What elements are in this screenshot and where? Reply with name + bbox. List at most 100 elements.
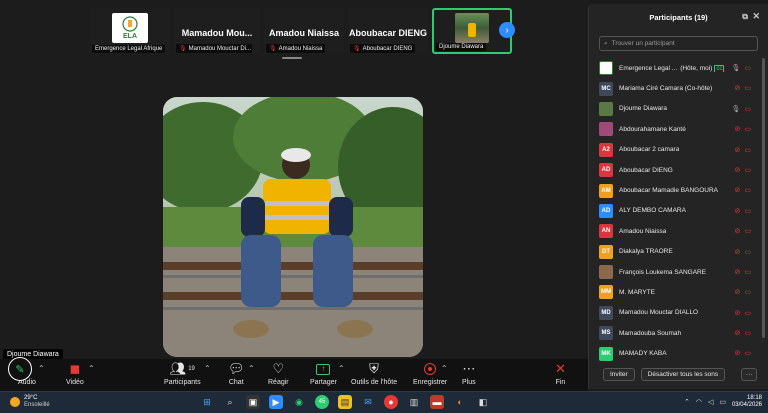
- video-off-icon[interactable]: ▭: [744, 146, 751, 154]
- participant-row[interactable]: MS Mamadouba Soumah ⊘ ▭: [589, 323, 765, 343]
- panel-more-button[interactable]: ···: [741, 368, 758, 381]
- video-off-icon[interactable]: ▭: [744, 166, 751, 174]
- taskbar-apps: ⊞ ⌕ ▣ ▶ ◉ 45 ▤ ✉ ● ▥ ▬ ◐ ◧: [200, 395, 490, 409]
- participant-row[interactable]: Emergence Legal ... (Hôte, moi) cc 🎙︎ ▭: [589, 58, 765, 78]
- video-off-icon[interactable]: ▭: [744, 309, 751, 317]
- mic-muted-icon: 🎙︎: [269, 46, 277, 52]
- mic-muted-icon[interactable]: ⊘: [735, 207, 741, 215]
- participant-name: Mariama Ciré Camara (Co-hôte): [619, 85, 713, 93]
- edge-icon[interactable]: ◉: [292, 395, 306, 409]
- mic-muted-icon[interactable]: ⊘: [735, 84, 741, 92]
- participant-row[interactable]: Abdourahamane Kanté ⊘ ▭: [589, 119, 765, 139]
- video-caret-icon[interactable]: ⌃: [88, 364, 95, 373]
- host-tools-button[interactable]: ⛨ Outils de l'hôte: [351, 361, 397, 386]
- file-explorer-icon[interactable]: ▤: [338, 395, 352, 409]
- mic-muted-icon[interactable]: ⊘: [735, 166, 741, 174]
- share-button[interactable]: ↑ Partager: [310, 361, 337, 386]
- record-caret-icon[interactable]: ⌃: [441, 364, 448, 373]
- video-off-icon[interactable]: ▭: [744, 288, 751, 296]
- chat-caret-icon[interactable]: ⌃: [248, 364, 255, 373]
- video-off-icon[interactable]: ▭: [744, 268, 751, 276]
- mic-icon[interactable]: 🎙︎: [731, 64, 740, 72]
- participants-caret-icon[interactable]: ⌃: [204, 364, 211, 373]
- popout-icon[interactable]: ⧉: [742, 12, 748, 22]
- task-view-icon[interactable]: ▣: [246, 395, 260, 409]
- clock-time: 18:18: [746, 395, 762, 401]
- participant-search-input[interactable]: ⌕ Trouver un participant: [599, 36, 758, 51]
- mic-icon[interactable]: 🎙︎: [731, 105, 740, 113]
- strip-drag-handle[interactable]: [282, 57, 302, 59]
- invite-button[interactable]: Inviter: [603, 368, 635, 381]
- audio-caret-icon[interactable]: ⌃: [38, 364, 45, 373]
- mic-muted-icon[interactable]: ⊘: [735, 349, 741, 357]
- browser-icon[interactable]: ◐: [453, 395, 467, 409]
- panel-scrollbar[interactable]: [762, 58, 765, 338]
- mic-muted-icon[interactable]: ⊘: [735, 227, 741, 235]
- video-off-icon[interactable]: ▭: [744, 207, 751, 215]
- tile-host[interactable]: ELA Emergence Legal Afrique: [90, 8, 170, 54]
- participant-row[interactable]: François Loukema SANGARE ⊘ ▭: [589, 262, 765, 282]
- participant-row[interactable]: MM M. MARYTE ⊘ ▭: [589, 282, 765, 302]
- mic-muted-icon[interactable]: ⊘: [735, 309, 741, 317]
- wifi-icon[interactable]: ◠: [696, 398, 702, 406]
- mic-muted-icon[interactable]: ⊘: [735, 186, 741, 194]
- participant-row[interactable]: AM Aboubacar Mamadie BANGOURA ⊘ ▭: [589, 180, 765, 200]
- app-icon[interactable]: ●: [384, 395, 398, 409]
- video-button[interactable]: ◼︎ Vidéo: [66, 361, 84, 386]
- participant-row[interactable]: AD Aboubacar DIENG ⊘ ▭: [589, 160, 765, 180]
- chevron-up-icon[interactable]: ⌃: [684, 398, 690, 406]
- video-off-icon[interactable]: ▭: [744, 248, 751, 256]
- mic-muted-icon[interactable]: ⊘: [735, 268, 741, 276]
- zoom-app-icon[interactable]: ▶: [269, 395, 283, 409]
- close-icon[interactable]: ✕: [752, 11, 760, 22]
- next-page-button[interactable]: ›: [499, 22, 515, 38]
- mail-icon[interactable]: ✉: [361, 395, 375, 409]
- battery-icon[interactable]: ▭: [719, 398, 726, 406]
- video-off-icon[interactable]: ▭: [744, 186, 751, 194]
- clock[interactable]: 18:18 03/04/2026: [732, 395, 762, 409]
- tile-participant[interactable]: Aboubacar DIENG 🎙︎ Aboubacar DIENG: [348, 8, 428, 54]
- tile-participant[interactable]: Amadou Niaissa 🎙︎ Amadou Niaissa: [264, 8, 344, 54]
- participant-row[interactable]: MD Mamadou Mouctar DIALLO ⊘ ▭: [589, 303, 765, 323]
- audio-edit-icon[interactable]: ✎: [8, 357, 32, 381]
- store-icon[interactable]: ▥: [407, 395, 421, 409]
- participant-row[interactable]: Djoume Diawara 🎙︎ ▭: [589, 99, 765, 119]
- avatar: AN: [599, 224, 613, 239]
- mic-muted-icon[interactable]: ⊘: [735, 329, 741, 337]
- video-off-icon[interactable]: ▭: [744, 349, 751, 357]
- react-button[interactable]: ♡ Réagir: [268, 361, 289, 386]
- search-icon[interactable]: ⌕: [223, 395, 237, 409]
- participant-name: M. MARYTE: [619, 288, 655, 296]
- participant-row[interactable]: AD ALY DEMBO CAMARA ⊘ ▭: [589, 201, 765, 221]
- video-off-icon[interactable]: ▭: [744, 84, 751, 92]
- participant-row[interactable]: A2 Aboubacar 2 camara ⊘ ▭: [589, 140, 765, 160]
- video-off-icon[interactable]: ▭: [744, 64, 751, 72]
- whatsapp-badge-icon[interactable]: 45: [315, 395, 329, 409]
- video-off-icon[interactable]: ▭: [744, 227, 751, 235]
- mic-muted-icon[interactable]: ⊘: [735, 146, 741, 154]
- participant-row[interactable]: MC Mariama Ciré Camara (Co-hôte) ⊘ ▭: [589, 78, 765, 98]
- mic-muted-icon[interactable]: ⊘: [735, 125, 741, 133]
- video-off-icon[interactable]: ▭: [744, 329, 751, 337]
- video-off-icon[interactable]: ▭: [744, 105, 751, 113]
- mic-muted-icon[interactable]: ⊘: [735, 248, 741, 256]
- mute-all-button[interactable]: Désactiver tous les sons: [640, 368, 726, 381]
- chat-button[interactable]: 💬︎ Chat: [228, 361, 245, 386]
- participant-row[interactable]: AN Amadou Niaissa ⊘ ▭: [589, 221, 765, 241]
- tile-participant[interactable]: Mamadou Mou... 🎙︎ Mamadou Mouctar Di...: [174, 8, 260, 54]
- mic-muted-icon[interactable]: ⊘: [735, 288, 741, 296]
- volume-icon[interactable]: ◁: [708, 398, 713, 406]
- captions-icon: cc: [714, 64, 725, 72]
- app-icon[interactable]: ◧: [476, 395, 490, 409]
- weather-widget[interactable]: 29°C Ensoleillé: [10, 395, 50, 409]
- pdf-icon[interactable]: ▬: [430, 395, 444, 409]
- participant-row[interactable]: MK MAMADY KABA ⊘ ▭: [589, 343, 765, 363]
- end-button[interactable]: ✕ Fin: [555, 361, 566, 386]
- more-button[interactable]: ⋯ Plus: [462, 361, 476, 386]
- video-off-icon[interactable]: ▭: [744, 125, 751, 133]
- participants-button[interactable]: 👥︎ 19 Participants: [164, 361, 201, 386]
- tile-name: Mamadou Mou...: [181, 28, 253, 38]
- participant-row[interactable]: DT Diakalya TRAORE ⊘ ▭: [589, 242, 765, 262]
- windows-start-icon[interactable]: ⊞: [200, 395, 214, 409]
- share-caret-icon[interactable]: ⌃: [338, 364, 345, 373]
